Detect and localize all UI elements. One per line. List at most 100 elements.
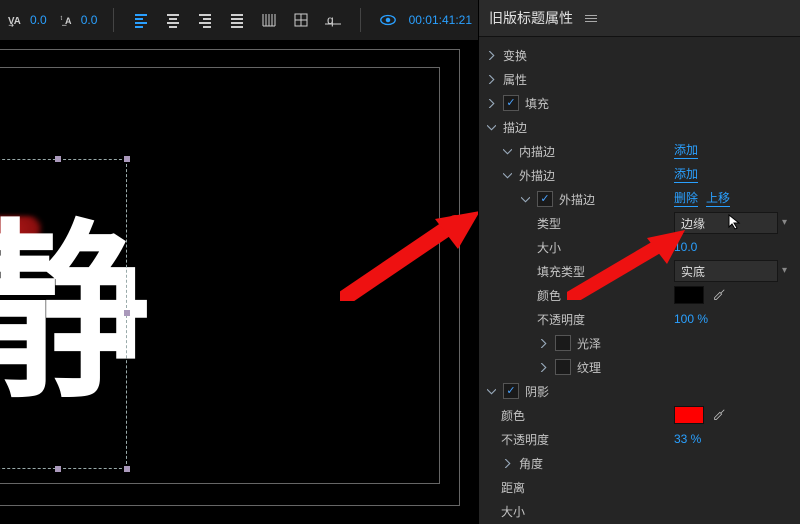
shadow-checkbox[interactable] [503,383,519,399]
outer-stroke-item[interactable]: 外描边 删除 上移 [479,187,800,211]
label: 外描边 [559,191,595,208]
align-right-icon[interactable] [194,10,216,30]
stroke-size-row: 大小 10.0 [479,235,800,259]
label: 大小 [537,239,561,256]
inner-stroke-group[interactable]: 内描边 添加 [479,139,800,163]
canvas-pane: VA 0.0 tA 0.0 q 00:01:41:21 [0,0,478,524]
stroke-size-value[interactable]: 10.0 [674,240,697,254]
dropdown-value: 实底 [681,263,705,280]
stroke-sheen-row[interactable]: 光泽 [479,331,800,355]
stroke-texture-row[interactable]: 纹理 [479,355,800,379]
kerning-value[interactable]: 0.0 [30,13,47,27]
resize-handle[interactable] [55,156,61,162]
section-fill[interactable]: 填充 [479,91,800,115]
label: 纹理 [577,359,601,376]
fill-type-dropdown[interactable]: 实底 ▾ [674,260,778,282]
label: 变换 [503,47,527,64]
chevron-down-icon [485,121,497,133]
svg-text:A: A [65,16,72,26]
label: 外描边 [519,167,555,184]
label: 类型 [537,215,561,232]
svg-text:q: q [327,13,334,27]
chevron-right-icon [537,337,549,349]
chevron-down-icon [501,169,513,181]
texture-checkbox[interactable] [555,359,571,375]
label: 属性 [503,71,527,88]
align-justify-icon[interactable] [226,10,248,30]
baseline-icon[interactable]: q [322,10,344,30]
label: 颜色 [537,287,561,304]
section-stroke[interactable]: 描边 [479,115,800,139]
legacy-title-properties-panel: 旧版标题属性 变换 属性 填充 描边 内 [478,0,800,524]
label: 大小 [501,503,525,520]
panel-body: 变换 属性 填充 描边 内描边 添加 外描边 [479,37,800,524]
separator-2 [360,8,361,32]
label: 不透明度 [501,431,549,448]
add-inner-stroke-link[interactable]: 添加 [674,143,698,158]
app-root: VA 0.0 tA 0.0 q 00:01:41:21 [0,0,800,524]
fill-checkbox[interactable] [503,95,519,111]
timecode[interactable]: 00:01:41:21 [409,13,472,27]
title-viewport[interactable]: 静 [0,41,478,524]
shadow-angle-row[interactable]: 角度 [479,451,800,475]
dropdown-value: 边缘 [681,215,705,232]
chevron-right-icon [485,49,497,61]
stroke-type-row: 类型 边缘 ▾ [479,211,800,235]
eyedropper-icon[interactable] [712,408,726,422]
add-outer-stroke-link[interactable]: 添加 [674,167,698,182]
panel-title: 旧版标题属性 [489,8,573,28]
label: 光泽 [577,335,601,352]
eyedropper-icon[interactable] [712,288,726,302]
shadow-opacity-row: 不透明度 33 % [479,427,800,451]
resize-handle[interactable] [124,156,130,162]
chevron-right-icon [537,361,549,373]
label: 描边 [503,119,527,136]
outer-stroke-checkbox[interactable] [537,191,553,207]
kerning-tool[interactable]: VA 0.0 [6,10,47,30]
align-center-icon[interactable] [162,10,184,30]
grid-icon[interactable] [290,10,312,30]
stroke-color-swatch[interactable] [674,286,704,304]
chevron-right-icon [485,73,497,85]
panel-header: 旧版标题属性 [479,0,800,37]
text-bounding-box[interactable] [0,159,127,469]
resize-handle[interactable] [124,310,130,316]
outer-stroke-group[interactable]: 外描边 添加 [479,163,800,187]
chevron-right-icon [501,457,513,469]
section-properties[interactable]: 属性 [479,67,800,91]
stroke-type-dropdown[interactable]: 边缘 ▾ [674,212,778,234]
title-toolbar: VA 0.0 tA 0.0 q 00:01:41:21 [0,0,478,41]
shadow-color-swatch[interactable] [674,406,704,424]
section-transform[interactable]: 变换 [479,43,800,67]
chevron-down-icon [485,385,497,397]
resize-handle[interactable] [55,466,61,472]
label: 颜色 [501,407,525,424]
chevron-right-icon [485,97,497,109]
tab-stops-icon[interactable] [258,10,280,30]
separator [113,8,114,32]
move-up-stroke-link[interactable]: 上移 [706,191,730,206]
chevron-down-icon [519,193,531,205]
panel-menu-icon[interactable] [585,15,597,22]
tracking-icon: tA [57,10,79,30]
label: 角度 [519,455,543,472]
stroke-filltype-row: 填充类型 实底 ▾ [479,259,800,283]
stroke-opacity-row: 不透明度 100 % [479,307,800,331]
align-left-icon[interactable] [130,10,152,30]
stroke-opacity-value[interactable]: 100 % [674,312,708,326]
label: 阴影 [525,383,549,400]
sheen-checkbox[interactable] [555,335,571,351]
tracking-value[interactable]: 0.0 [81,13,98,27]
chevron-down-icon [501,145,513,157]
show-video-icon[interactable] [377,10,399,30]
delete-stroke-link[interactable]: 删除 [674,191,698,206]
label: 填充 [525,95,549,112]
kerning-icon: VA [6,10,28,30]
section-shadow[interactable]: 阴影 [479,379,800,403]
shadow-distance-row: 距离 [479,475,800,499]
mouse-cursor-icon [727,214,743,230]
tracking-tool[interactable]: tA 0.0 [57,10,98,30]
stroke-color-row: 颜色 [479,283,800,307]
shadow-opacity-value[interactable]: 33 % [674,432,701,446]
resize-handle[interactable] [124,466,130,472]
